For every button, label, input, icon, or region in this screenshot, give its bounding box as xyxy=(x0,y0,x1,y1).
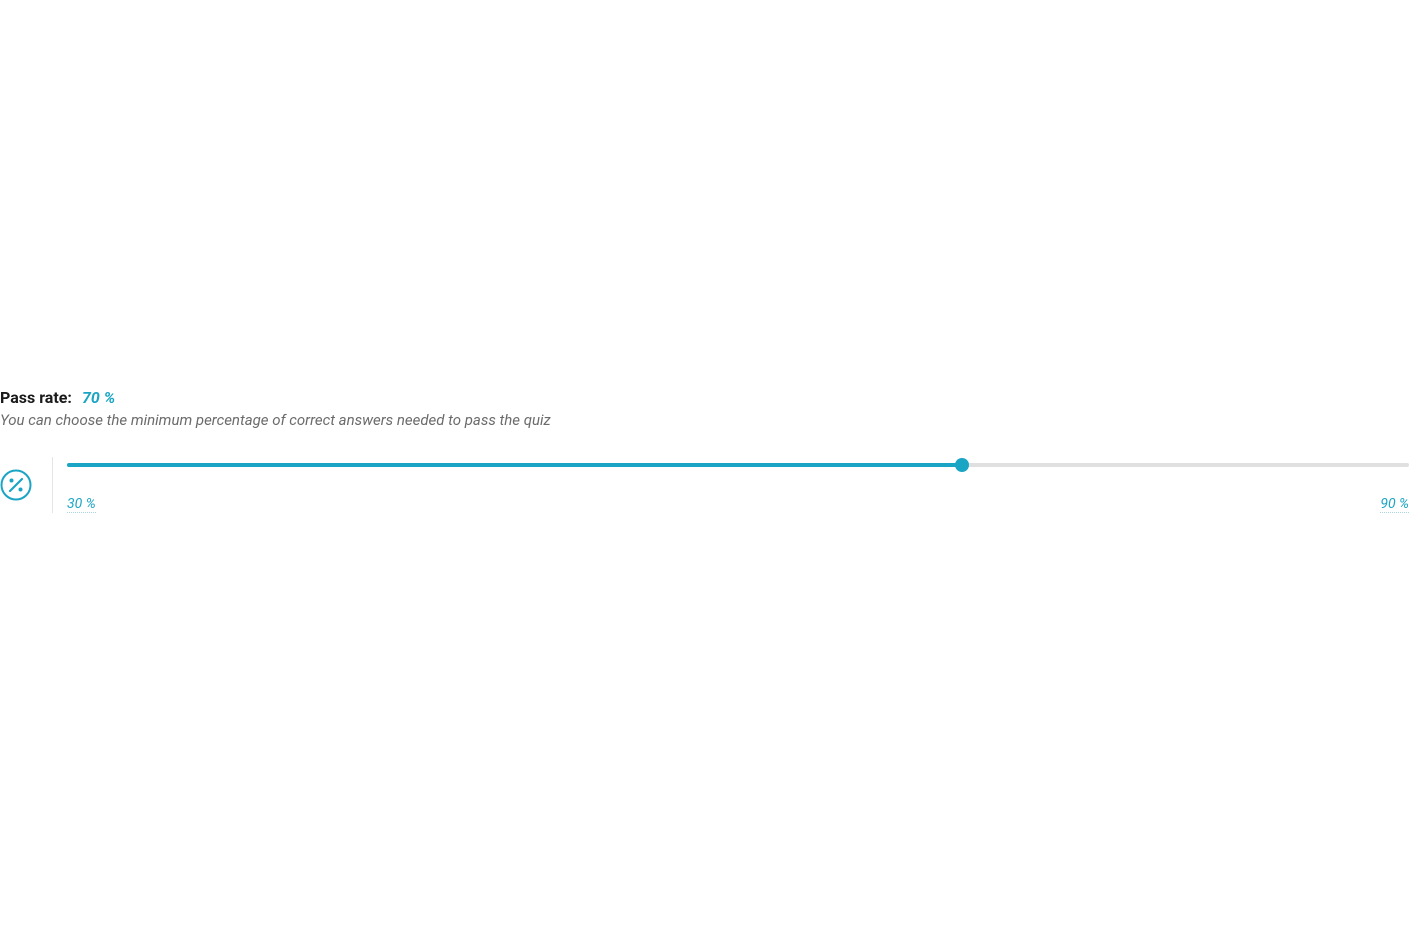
pass-rate-slider[interactable]: 30 % 90 % xyxy=(67,458,1409,513)
slider-min-label: 30 % xyxy=(67,496,96,513)
pass-rate-section: Pass rate: 70 % You can choose the minim… xyxy=(0,388,1409,513)
slider-track-fill xyxy=(67,463,962,467)
pass-rate-header: Pass rate: 70 % xyxy=(0,388,1409,407)
pass-rate-value: 70 % xyxy=(82,388,115,407)
slider-track[interactable] xyxy=(67,458,1409,472)
slider-labels: 30 % 90 % xyxy=(67,496,1409,513)
slider-max-label: 90 % xyxy=(1380,496,1409,513)
percent-icon xyxy=(0,469,32,501)
pass-rate-label: Pass rate: xyxy=(0,388,72,407)
slider-divider xyxy=(52,457,53,513)
slider-thumb[interactable] xyxy=(955,458,969,472)
slider-row: 30 % 90 % xyxy=(0,457,1409,513)
pass-rate-description: You can choose the minimum percentage of… xyxy=(0,411,1409,429)
